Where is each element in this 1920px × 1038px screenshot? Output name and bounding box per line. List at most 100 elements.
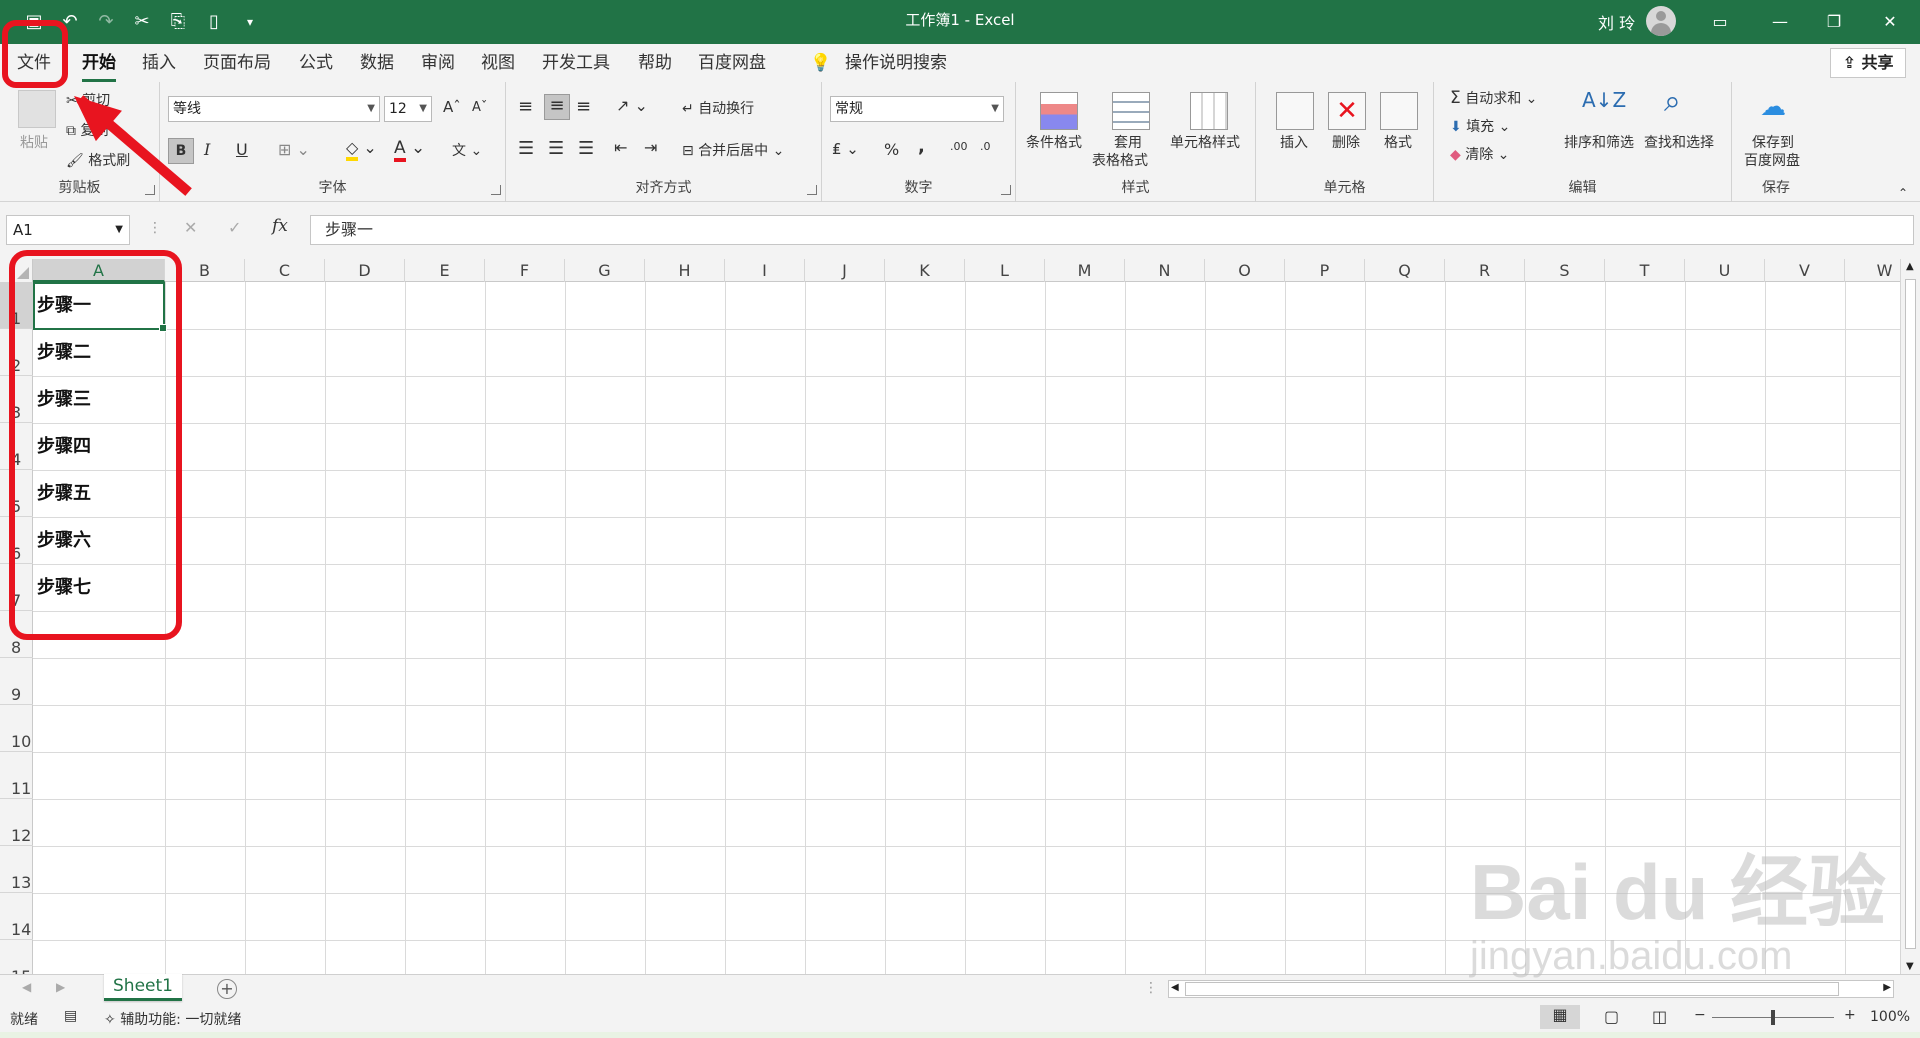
column-header[interactable]: L [965,259,1045,282]
baidu-netdisk-icon[interactable]: ☁ [1760,92,1786,122]
row-header[interactable]: 10 [0,705,33,752]
user-name[interactable]: 刘 玲 [1598,10,1635,34]
page-break-view-icon[interactable]: ◫ [1652,1007,1667,1026]
format-cells-icon[interactable] [1380,92,1418,130]
scroll-down-icon[interactable]: ▼ [1906,961,1914,972]
column-header[interactable]: M [1045,259,1125,282]
sort-filter-icon[interactable]: A↓Z [1582,88,1626,112]
number-launcher[interactable] [1001,185,1011,195]
tab-home[interactable]: 开始 [82,50,116,82]
tell-me-search[interactable]: 操作说明搜索 [845,50,947,76]
column-header[interactable]: O [1205,259,1285,282]
font-launcher[interactable] [491,185,501,195]
clipboard-launcher[interactable] [145,185,155,195]
fx-icon[interactable]: fx [272,216,288,236]
column-header[interactable]: D [325,259,405,282]
decrease-indent-icon[interactable]: ⇤ [614,138,627,157]
tab-page-layout[interactable]: 页面布局 [203,50,271,76]
cell-styles-icon[interactable] [1190,92,1228,130]
align-right-icon[interactable]: ☰ [578,138,594,159]
italic-button[interactable]: I [204,140,210,159]
tab-insert[interactable]: 插入 [142,50,176,76]
font-name-select[interactable]: 等线 ▼ [168,96,380,122]
column-header[interactable]: V [1765,259,1845,282]
column-header[interactable]: J [805,259,885,282]
table-format-icon[interactable] [1112,92,1150,130]
fill-color-icon[interactable]: ◇ ⌄ [346,138,377,161]
row-header[interactable]: 11 [0,752,33,799]
increase-decimal-icon[interactable]: .00 [950,140,968,153]
decrease-decimal-icon[interactable]: .0 [980,140,991,153]
column-header[interactable]: E [405,259,485,282]
row-header[interactable]: 15 [0,940,33,974]
splitter-icon[interactable]: ⋮ [1144,980,1158,996]
format-painter-button[interactable]: 🖌 格式刷 [66,150,130,170]
normal-view-icon[interactable]: ▦ [1540,1005,1580,1029]
scroll-up-icon[interactable]: ▲ [1906,261,1914,272]
autosum-button[interactable]: Σ 自动求和 ⌄ [1450,88,1537,108]
formula-input[interactable]: 步骤一 [310,215,1914,245]
align-center-icon[interactable]: ☰ [548,138,564,159]
paste-button[interactable]: 粘贴 [20,132,48,152]
column-header[interactable]: K [885,259,965,282]
minimize-icon[interactable]: — [1752,0,1808,44]
cell-styles-button[interactable]: 单元格样式 [1170,132,1240,152]
zoom-slider-thumb[interactable] [1771,1010,1775,1025]
tab-view[interactable]: 视图 [481,50,515,76]
number-format-select[interactable]: 常规 ▼ [830,96,1004,122]
horizontal-scroll-thumb[interactable] [1185,982,1839,996]
tab-formulas[interactable]: 公式 [299,50,333,76]
conditional-format-icon[interactable] [1040,92,1078,130]
tab-developer[interactable]: 开发工具 [542,50,610,76]
conditional-format-button[interactable]: 条件格式 [1026,132,1082,152]
align-top-icon[interactable]: ≡ [518,96,533,117]
column-header[interactable]: R [1445,259,1525,282]
accounting-format-icon[interactable]: ₤ ⌄ [832,140,859,158]
row-header[interactable]: 9 [0,658,33,705]
check-icon[interactable]: ✓ [228,218,241,237]
align-bottom-icon[interactable]: ≡ [576,96,591,117]
tab-help[interactable]: 帮助 [638,50,672,76]
delete-cells-icon[interactable]: ✕ [1328,92,1366,130]
close-icon[interactable]: ✕ [1862,0,1918,44]
cancel-icon[interactable]: ✕ [184,218,197,237]
sheet-tab-sheet1[interactable]: Sheet1 [104,974,182,1001]
avatar[interactable] [1646,6,1676,36]
align-middle-icon[interactable]: ≡ [544,94,570,120]
next-sheet-icon[interactable]: ▶ [56,980,65,994]
column-header[interactable]: N [1125,259,1205,282]
grow-font-button[interactable]: Aˆ [443,98,461,116]
phonetic-icon[interactable]: 文 ⌄ [452,140,482,160]
add-sheet-button[interactable]: + [217,979,237,999]
name-box[interactable]: A1 ▼ [6,215,130,245]
row-header[interactable]: 13 [0,846,33,893]
column-header[interactable]: C [245,259,325,282]
macro-record-icon[interactable]: ▤ [64,1008,77,1024]
page-layout-view-icon[interactable]: ▢ [1604,1007,1619,1026]
column-header[interactable]: S [1525,259,1605,282]
restore-icon[interactable]: ❐ [1806,0,1862,44]
increase-indent-icon[interactable]: ⇥ [644,138,657,157]
shrink-font-button[interactable]: Aˇ [472,100,487,115]
vertical-scrollbar[interactable]: ▲ ▼ [1900,259,1920,974]
accessibility-status[interactable]: ✧ 辅助功能: 一切就绪 [104,1009,241,1029]
font-size-select[interactable]: 12 ▼ [384,96,432,122]
underline-button[interactable]: U [236,140,248,159]
vertical-scroll-thumb[interactable] [1905,279,1916,949]
scroll-left-icon[interactable]: ◀ [1171,982,1179,993]
column-header[interactable]: F [485,259,565,282]
column-header[interactable]: W [1845,259,1900,282]
zoom-out-icon[interactable]: − [1694,1007,1706,1023]
insert-cells-icon[interactable] [1276,92,1314,130]
table-format-label-2[interactable]: 表格格式 [1092,150,1148,170]
zoom-in-icon[interactable]: + [1844,1007,1856,1023]
table-format-label-1[interactable]: 套用 [1114,132,1142,152]
scroll-right-icon[interactable]: ▶ [1883,982,1891,993]
percent-style-button[interactable]: % [884,140,899,159]
comma-style-button[interactable]: , [918,136,925,157]
row-header[interactable]: 14 [0,893,33,940]
column-header[interactable]: T [1605,259,1685,282]
save-to-label-1[interactable]: 保存到 [1752,132,1794,152]
column-header[interactable]: Q [1365,259,1445,282]
delete-cells-button[interactable]: 删除 [1332,132,1360,152]
